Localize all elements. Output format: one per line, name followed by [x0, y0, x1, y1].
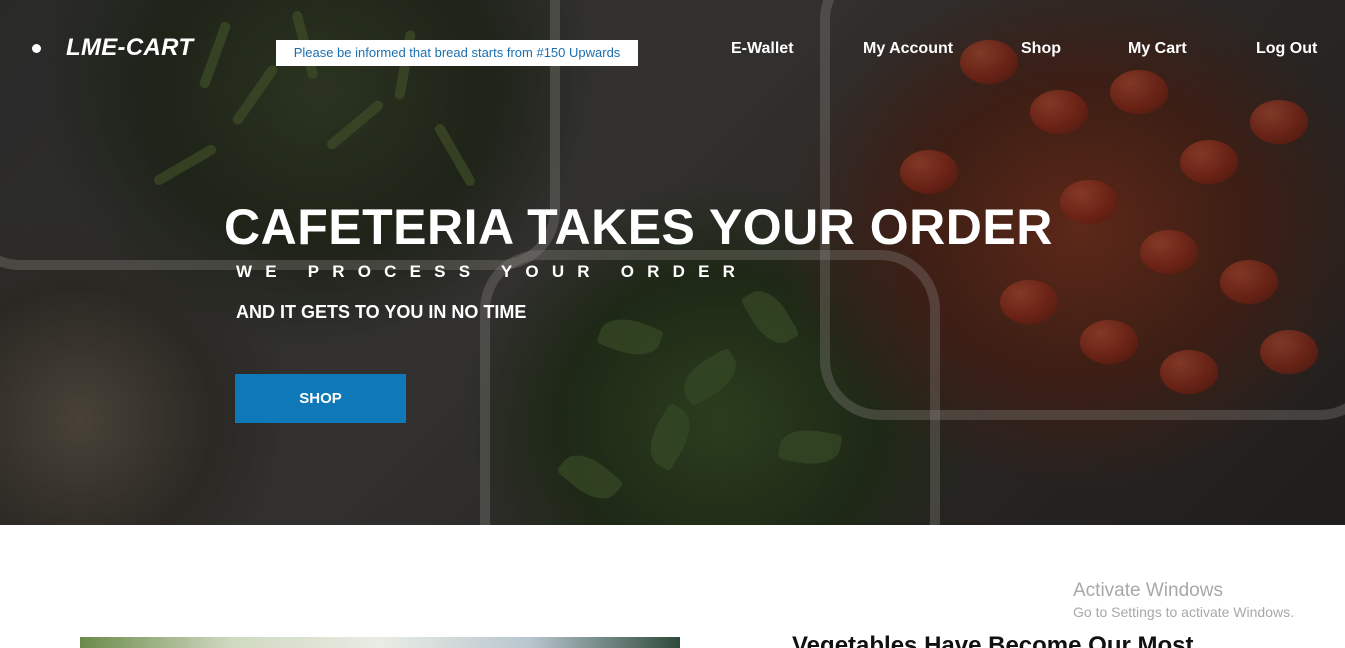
shop-button[interactable]: SHOP	[235, 374, 406, 423]
nav-link-e-wallet[interactable]: E-Wallet	[731, 40, 794, 58]
nav-link-my-cart[interactable]: My Cart	[1128, 40, 1187, 58]
hero-tagline: AND IT GETS TO YOU IN NO TIME	[236, 302, 527, 322]
activate-windows-watermark: Activate Windows Go to Settings to activ…	[1073, 580, 1294, 620]
hero-title: CAFETERIA TAKES YOUR ORDER	[224, 199, 1053, 255]
vegetables-image	[80, 637, 680, 648]
watermark-subtitle: Go to Settings to activate Windows.	[1073, 604, 1294, 620]
watermark-title: Activate Windows	[1073, 580, 1223, 601]
nav-link-log-out[interactable]: Log Out	[1256, 40, 1317, 58]
section-heading: Vegetables Have Become Our Most	[792, 632, 1194, 648]
hero-subtitle: WE PROCESS YOUR ORDER	[236, 262, 749, 281]
nav-link-shop[interactable]: Shop	[1021, 40, 1061, 58]
main-nav: E-Wallet My Account Shop My Cart Log Out	[0, 40, 1345, 62]
nav-link-my-account[interactable]: My Account	[863, 40, 953, 58]
hero-banner: LME-CART Please be informed that bread s…	[0, 0, 1345, 525]
